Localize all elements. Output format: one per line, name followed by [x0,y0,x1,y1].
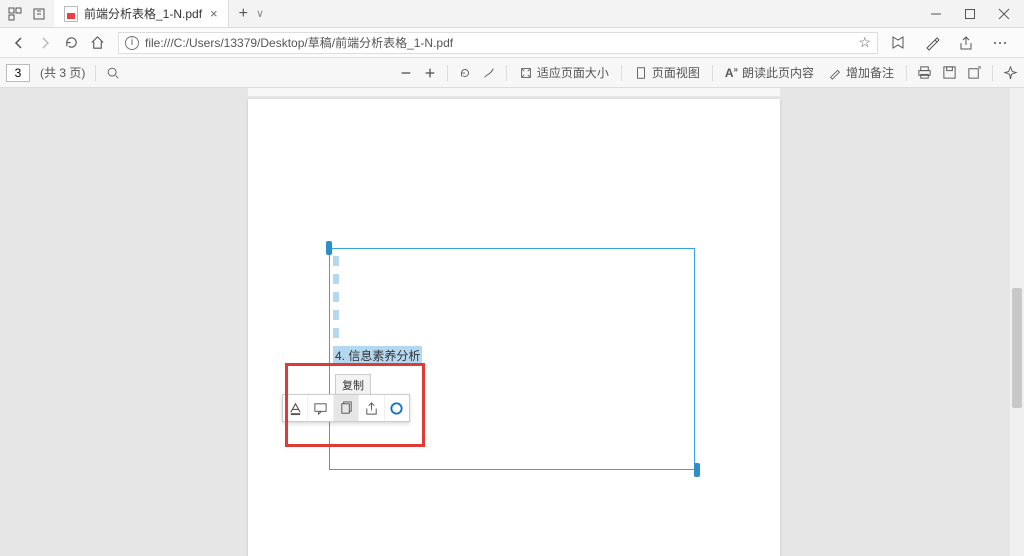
share-icon [364,401,379,416]
new-tab-button[interactable]: + ∨ [229,0,274,27]
page-layout-icon [634,66,648,80]
page-number-input[interactable] [6,64,30,82]
context-tooltip: 复制 [335,374,371,396]
window-minimize-icon[interactable] [930,8,942,20]
scrollbar-thumb[interactable] [1012,288,1022,408]
read-aloud-icon: A» [725,65,738,80]
chevron-down-icon[interactable]: ∨ [256,7,264,20]
cortana-icon [389,401,404,416]
favorites-icon[interactable] [890,35,906,51]
nav-refresh-button[interactable] [58,35,84,50]
tab-title: 前端分析表格_1-N.pdf [84,5,202,22]
system-tab-area [0,0,54,27]
url-text: file:///C:/Users/13379/Desktop/草稿/前端分析表格… [145,34,852,51]
browser-tab-active[interactable]: 前端分析表格_1-N.pdf × [54,0,229,27]
read-aloud-button[interactable]: A» 朗读此页内容 [723,64,816,81]
fit-page-button[interactable]: 适应页面大小 [517,64,611,81]
site-info-icon[interactable]: i [125,36,139,50]
selection-fragment [333,256,339,266]
selected-text-line: 4. 信息素养分析 [333,346,422,365]
share-selection-button[interactable] [358,395,383,421]
add-notes-icon [828,66,842,80]
pin-toolbar-icon[interactable] [1003,65,1018,80]
favorite-star-icon[interactable]: ☆ [858,34,871,51]
rotate-icon[interactable] [458,66,472,80]
set-aside-tabs-icon[interactable] [32,7,46,21]
browser-extra-actions [886,35,1018,51]
close-tab-icon[interactable]: × [210,6,218,21]
pdf-toolbar: (共 3 页) 适应页面大小 页面视图 A» 朗读此页内容 增加备注 [0,58,1024,88]
address-bar: i file:///C:/Users/13379/Desktop/草稿/前端分析… [0,28,1024,58]
window-controls [920,0,1024,27]
previous-page-edge [248,88,780,96]
pdf-viewport[interactable]: 4. 信息素养分析 复制 [0,88,1024,556]
selection-fragment [333,310,339,320]
copy-button[interactable] [333,395,358,421]
page-total-label: (共 3 页) [40,64,85,81]
tabs-overview-icon[interactable] [8,7,22,21]
window-close-icon[interactable] [998,8,1010,20]
copy-icon [339,401,354,416]
save-as-icon[interactable] [967,65,982,80]
selection-fragment [333,292,339,302]
zoom-in-icon[interactable] [423,66,437,80]
selection-fragment [333,274,339,284]
ask-cortana-button[interactable] [384,395,409,421]
search-icon[interactable] [106,66,120,80]
add-notes-button[interactable]: 增加备注 [826,64,896,81]
zoom-out-icon[interactable] [399,66,413,80]
page-layout-button[interactable]: 页面视图 [632,64,702,81]
nav-forward-button[interactable] [32,35,58,51]
draw-icon[interactable] [482,66,496,80]
pdf-file-icon [64,6,78,22]
save-icon[interactable] [942,65,957,80]
highlight-button[interactable] [283,395,307,421]
fit-page-icon [519,66,533,80]
comment-icon [313,401,328,416]
share-icon[interactable] [958,35,974,51]
nav-home-button[interactable] [84,35,110,50]
nav-back-button[interactable] [6,35,32,51]
url-field[interactable]: i file:///C:/Users/13379/Desktop/草稿/前端分析… [118,32,878,54]
print-icon[interactable] [917,65,932,80]
vertical-scrollbar[interactable] [1010,88,1024,556]
window-maximize-icon[interactable] [964,8,976,20]
notes-icon[interactable] [924,35,940,51]
highlight-icon [288,401,303,416]
window-titlebar: 前端分析表格_1-N.pdf × + ∨ [0,0,1024,28]
more-icon[interactable] [992,35,1008,51]
add-comment-button[interactable] [307,395,332,421]
selection-handle-end[interactable] [694,463,700,477]
selection-handle-start[interactable] [326,241,332,255]
selection-fragment [333,328,339,338]
